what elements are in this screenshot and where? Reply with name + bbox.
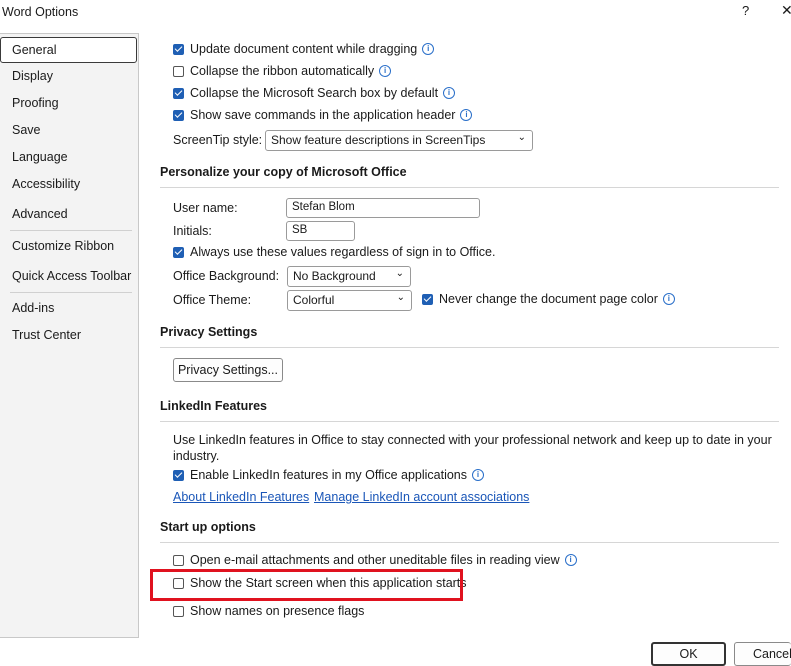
background-select[interactable]: No Background ⌄ bbox=[287, 266, 411, 287]
sidebar-item-proofing[interactable]: Proofing bbox=[12, 96, 59, 110]
theme-label: Office Theme: bbox=[173, 293, 252, 307]
sidebar-item-customize-ribbon[interactable]: Customize Ribbon bbox=[12, 239, 114, 253]
sidebar: General Display Proofing Save Language A… bbox=[0, 33, 139, 638]
never-change-label: Never change the document page color bbox=[439, 292, 658, 306]
theme-select[interactable]: Colorful ⌄ bbox=[287, 290, 412, 311]
username-field[interactable]: Stefan Blom bbox=[286, 198, 480, 218]
screentip-label: ScreenTip style: bbox=[173, 133, 263, 147]
update-content-checkbox[interactable] bbox=[173, 43, 184, 55]
theme-value: Colorful bbox=[293, 293, 335, 307]
open-attachments-label: Open e-mail attachments and other unedit… bbox=[190, 553, 560, 567]
sidebar-item-trust-center[interactable]: Trust Center bbox=[12, 328, 81, 342]
manage-linkedin-link[interactable]: Manage LinkedIn account associations bbox=[314, 490, 529, 504]
collapse-search-checkbox[interactable] bbox=[173, 87, 184, 99]
collapse-ribbon-label: Collapse the ribbon automatically bbox=[190, 64, 375, 78]
ok-button[interactable]: OK bbox=[651, 642, 726, 666]
window-title: Word Options bbox=[2, 5, 79, 19]
collapse-ribbon-option: Collapse the ribbon automatically i bbox=[173, 64, 392, 78]
chevron-down-icon: ⌄ bbox=[396, 292, 405, 303]
linkedin-heading: LinkedIn Features bbox=[160, 399, 267, 413]
initials-label: Initials: bbox=[173, 224, 212, 238]
show-save-label: Show save commands in the application he… bbox=[190, 108, 456, 122]
privacy-settings-button[interactable]: Privacy Settings... bbox=[173, 358, 283, 382]
chevron-down-icon: ⌄ bbox=[395, 268, 404, 279]
collapse-ribbon-checkbox[interactable] bbox=[173, 65, 184, 77]
screentip-select[interactable]: Show feature descriptions in ScreenTips … bbox=[265, 130, 533, 151]
about-linkedin-link[interactable]: About LinkedIn Features bbox=[173, 490, 309, 504]
open-attachments-checkbox[interactable] bbox=[173, 554, 184, 566]
section-divider bbox=[160, 347, 779, 348]
sidebar-item-add-ins[interactable]: Add-ins bbox=[12, 301, 54, 315]
initials-field[interactable]: SB bbox=[286, 221, 355, 241]
show-names-label: Show names on presence flags bbox=[190, 604, 365, 618]
info-icon[interactable]: i bbox=[460, 109, 473, 121]
sidebar-item-advanced[interactable]: Advanced bbox=[12, 207, 68, 221]
sidebar-separator bbox=[10, 230, 132, 231]
show-save-option: Show save commands in the application he… bbox=[173, 108, 473, 122]
username-label: User name: bbox=[173, 201, 238, 215]
title-bar: Word Options ? ✕ bbox=[0, 0, 791, 26]
sidebar-item-accessibility[interactable]: Accessibility bbox=[12, 177, 80, 191]
close-button[interactable]: ✕ bbox=[781, 2, 791, 19]
info-icon[interactable]: i bbox=[564, 554, 577, 566]
sidebar-item-general[interactable]: General bbox=[0, 37, 137, 63]
personalize-heading: Personalize your copy of Microsoft Offic… bbox=[160, 165, 407, 179]
cancel-button[interactable]: Cancel bbox=[734, 642, 791, 666]
sidebar-item-language[interactable]: Language bbox=[12, 150, 68, 164]
highlight-box bbox=[150, 569, 463, 601]
always-use-checkbox[interactable] bbox=[173, 246, 184, 258]
show-names-option: Show names on presence flags bbox=[173, 604, 364, 618]
sidebar-item-save[interactable]: Save bbox=[12, 123, 41, 137]
never-change-checkbox[interactable] bbox=[422, 293, 433, 305]
sidebar-item-quick-access-toolbar[interactable]: Quick Access Toolbar bbox=[12, 269, 131, 283]
privacy-heading: Privacy Settings bbox=[160, 325, 258, 339]
background-value: No Background bbox=[293, 269, 376, 283]
section-divider bbox=[160, 421, 779, 422]
info-icon[interactable]: i bbox=[472, 469, 485, 481]
sidebar-item-display[interactable]: Display bbox=[12, 69, 53, 83]
update-content-option: Update document content while dragging i bbox=[173, 42, 435, 56]
collapse-search-option: Collapse the Microsoft Search box by def… bbox=[173, 86, 456, 100]
collapse-search-label: Collapse the Microsoft Search box by def… bbox=[190, 86, 439, 100]
startup-heading: Start up options bbox=[160, 520, 256, 534]
update-content-label: Update document content while dragging bbox=[190, 42, 418, 56]
always-use-label: Always use these values regardless of si… bbox=[190, 245, 496, 259]
never-change-option: Never change the document page color i bbox=[422, 292, 675, 306]
sidebar-separator bbox=[10, 292, 132, 293]
linkedin-description-line1: Use LinkedIn features in Office to stay … bbox=[173, 433, 772, 447]
section-divider bbox=[160, 187, 779, 188]
show-names-checkbox[interactable] bbox=[173, 605, 184, 617]
enable-linkedin-option: Enable LinkedIn features in my Office ap… bbox=[173, 468, 485, 482]
info-icon[interactable]: i bbox=[443, 87, 456, 99]
enable-linkedin-label: Enable LinkedIn features in my Office ap… bbox=[190, 468, 468, 482]
background-label: Office Background: bbox=[173, 269, 280, 283]
chevron-down-icon: ⌄ bbox=[517, 132, 526, 143]
info-icon[interactable]: i bbox=[379, 65, 392, 77]
help-button[interactable]: ? bbox=[742, 3, 749, 18]
show-save-checkbox[interactable] bbox=[173, 109, 184, 121]
section-divider bbox=[160, 542, 779, 543]
info-icon[interactable]: i bbox=[422, 43, 435, 55]
always-use-option: Always use these values regardless of si… bbox=[173, 245, 495, 259]
enable-linkedin-checkbox[interactable] bbox=[173, 469, 184, 481]
open-attachments-option: Open e-mail attachments and other unedit… bbox=[173, 553, 577, 567]
screentip-value: Show feature descriptions in ScreenTips bbox=[271, 133, 486, 147]
info-icon[interactable]: i bbox=[662, 293, 675, 305]
linkedin-description-line2: industry. bbox=[173, 449, 220, 463]
